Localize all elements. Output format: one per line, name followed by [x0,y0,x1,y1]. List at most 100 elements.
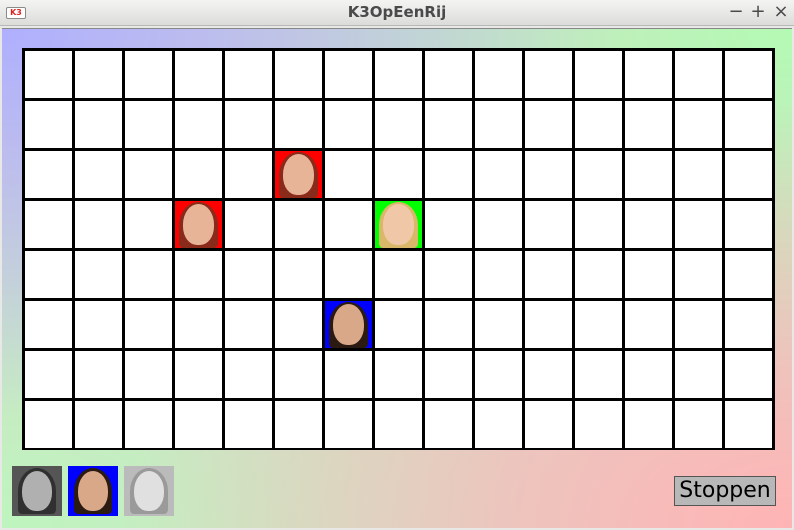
board-cell[interactable] [275,101,322,148]
board-cell[interactable] [375,151,422,198]
board-cell[interactable] [725,251,772,298]
board-cell[interactable] [625,351,672,398]
board-cell[interactable] [175,201,222,248]
board-cell[interactable] [525,51,572,98]
board-cell[interactable] [175,301,222,348]
maximize-icon[interactable]: + [748,2,768,22]
board-cell[interactable] [475,251,522,298]
board-cell[interactable] [475,351,522,398]
board-cell[interactable] [625,201,672,248]
board-cell[interactable] [725,201,772,248]
board-cell[interactable] [725,51,772,98]
board-cell[interactable] [475,401,522,448]
board-cell[interactable] [75,51,122,98]
board-cell[interactable] [175,351,222,398]
board-cell[interactable] [175,251,222,298]
board-cell[interactable] [375,101,422,148]
board-cell[interactable] [375,251,422,298]
board-cell[interactable] [125,351,172,398]
board-cell[interactable] [425,101,472,148]
board-cell[interactable] [525,351,572,398]
board-cell[interactable] [25,51,72,98]
player-select-blue-singer[interactable] [68,466,118,516]
board-cell[interactable] [325,51,372,98]
board-cell[interactable] [225,151,272,198]
board-cell[interactable] [25,101,72,148]
board-cell[interactable] [675,401,722,448]
player-select-red-singer[interactable] [12,466,62,516]
board-cell[interactable] [225,51,272,98]
board-cell[interactable] [325,101,372,148]
board-cell[interactable] [725,101,772,148]
board-cell[interactable] [525,201,572,248]
board-cell[interactable] [675,251,722,298]
board-cell[interactable] [325,201,372,248]
board-cell[interactable] [675,351,722,398]
board-cell[interactable] [275,351,322,398]
board-cell[interactable] [625,151,672,198]
board-cell[interactable] [575,351,622,398]
board-cell[interactable] [375,401,422,448]
board-cell[interactable] [575,201,622,248]
board-cell[interactable] [575,151,622,198]
board-cell[interactable] [425,151,472,198]
board-cell[interactable] [25,151,72,198]
board-cell[interactable] [425,201,472,248]
board-cell[interactable] [525,301,572,348]
board-cell[interactable] [575,101,622,148]
board-cell[interactable] [375,51,422,98]
board-cell[interactable] [575,51,622,98]
board-cell[interactable] [75,351,122,398]
board-cell[interactable] [525,101,572,148]
board-cell[interactable] [475,201,522,248]
board-cell[interactable] [225,201,272,248]
board-cell[interactable] [275,51,322,98]
board-cell[interactable] [425,301,472,348]
board-cell[interactable] [25,201,72,248]
board-cell[interactable] [725,401,772,448]
board-cell[interactable] [425,351,472,398]
board-cell[interactable] [625,101,672,148]
board-cell[interactable] [725,351,772,398]
board-cell[interactable] [425,401,472,448]
board-cell[interactable] [325,301,372,348]
board-cell[interactable] [275,251,322,298]
board-cell[interactable] [275,201,322,248]
board-cell[interactable] [75,201,122,248]
board-cell[interactable] [125,151,172,198]
board-cell[interactable] [225,301,272,348]
board-cell[interactable] [625,401,672,448]
board-cell[interactable] [625,51,672,98]
board-cell[interactable] [75,301,122,348]
board-cell[interactable] [675,51,722,98]
board-cell[interactable] [675,201,722,248]
board-cell[interactable] [175,51,222,98]
board-cell[interactable] [325,251,372,298]
board-cell[interactable] [475,151,522,198]
board-cell[interactable] [325,351,372,398]
board-cell[interactable] [225,401,272,448]
board-cell[interactable] [675,301,722,348]
board-cell[interactable] [175,151,222,198]
board-cell[interactable] [25,251,72,298]
board-cell[interactable] [425,51,472,98]
board-cell[interactable] [275,401,322,448]
board-cell[interactable] [225,351,272,398]
board-cell[interactable] [175,101,222,148]
board-cell[interactable] [525,401,572,448]
board-cell[interactable] [725,301,772,348]
stop-button[interactable]: Stoppen [674,476,776,506]
board-cell[interactable] [625,251,672,298]
board-cell[interactable] [675,101,722,148]
board-cell[interactable] [125,51,172,98]
board-cell[interactable] [475,301,522,348]
board-cell[interactable] [575,301,622,348]
board-cell[interactable] [175,401,222,448]
board-cell[interactable] [125,251,172,298]
board-cell[interactable] [75,251,122,298]
board-cell[interactable] [375,201,422,248]
board-cell[interactable] [25,301,72,348]
board-cell[interactable] [125,101,172,148]
board-cell[interactable] [475,101,522,148]
board-cell[interactable] [275,151,322,198]
